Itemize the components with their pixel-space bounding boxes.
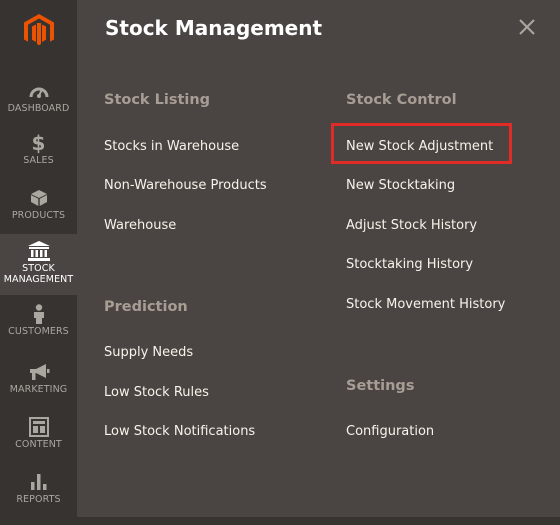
sidebar-item-marketing[interactable]: MARKETING bbox=[0, 361, 77, 415]
bar-chart-icon bbox=[29, 471, 49, 493]
sidebar-item-label: SALES bbox=[23, 155, 54, 166]
person-icon bbox=[32, 303, 46, 325]
menu-link-warehouse[interactable]: Warehouse bbox=[104, 218, 176, 233]
sidebar-item-label: PRODUCTS bbox=[11, 210, 66, 221]
sidebar-item-sales[interactable]: $ SALES bbox=[0, 131, 77, 186]
sidebar-item-label: STOCK MANAGEMENT bbox=[3, 263, 74, 285]
magento-logo[interactable] bbox=[0, 0, 77, 62]
dollar-icon: $ bbox=[31, 131, 46, 155]
admin-sidebar: DASHBOARD $ SALES PRODUCTS STOCK MANAGEM… bbox=[0, 0, 77, 517]
section-title-settings: Settings bbox=[346, 378, 415, 394]
sidebar-item-content[interactable]: CONTENT bbox=[0, 416, 77, 470]
menu-link-supply-needs[interactable]: Supply Needs bbox=[104, 345, 193, 360]
menu-link-non-warehouse-products[interactable]: Non-Warehouse Products bbox=[104, 178, 267, 193]
menu-link-stocktaking-history[interactable]: Stocktaking History bbox=[346, 257, 473, 272]
menu-link-low-stock-rules[interactable]: Low Stock Rules bbox=[104, 385, 209, 400]
magento-logo-icon bbox=[23, 14, 54, 46]
megaphone-icon bbox=[28, 361, 50, 383]
menu-link-low-stock-notifications[interactable]: Low Stock Notifications bbox=[104, 424, 255, 439]
sidebar-item-label: CUSTOMERS bbox=[8, 326, 69, 337]
sidebar-item-stock-management[interactable]: STOCK MANAGEMENT bbox=[0, 234, 77, 295]
menu-link-stock-movement-history[interactable]: Stock Movement History bbox=[346, 297, 505, 312]
section-title-stock-control: Stock Control bbox=[346, 92, 457, 108]
building-icon bbox=[27, 240, 50, 262]
close-button[interactable] bbox=[516, 16, 538, 38]
dashboard-icon bbox=[29, 80, 49, 102]
menu-link-new-stock-adjustment[interactable]: New Stock Adjustment bbox=[346, 139, 493, 154]
panel-title: Stock Management bbox=[105, 16, 323, 40]
sidebar-item-customers[interactable]: CUSTOMERS bbox=[0, 303, 77, 357]
box-icon bbox=[30, 187, 48, 209]
sidebar-item-label: MARKETING bbox=[9, 384, 68, 395]
sidebar-item-products[interactable]: PRODUCTS bbox=[0, 187, 77, 241]
section-title-prediction: Prediction bbox=[104, 299, 188, 315]
menu-link-stocks-in-warehouse[interactable]: Stocks in Warehouse bbox=[104, 139, 239, 154]
menu-link-adjust-stock-history[interactable]: Adjust Stock History bbox=[346, 218, 477, 233]
section-title-stock-listing: Stock Listing bbox=[104, 92, 211, 108]
stock-management-menu-panel: Stock Management Stock Listing Stocks in… bbox=[77, 0, 560, 517]
sidebar-item-label: DASHBOARD bbox=[7, 103, 70, 114]
sidebar-item-dashboard[interactable]: DASHBOARD bbox=[0, 80, 77, 134]
sidebar-item-label: REPORTS bbox=[16, 494, 61, 505]
menu-link-configuration[interactable]: Configuration bbox=[346, 424, 434, 439]
close-icon bbox=[519, 19, 535, 35]
layout-icon bbox=[28, 416, 49, 438]
menu-link-new-stocktaking[interactable]: New Stocktaking bbox=[346, 178, 455, 193]
sidebar-item-label: CONTENT bbox=[15, 439, 62, 450]
